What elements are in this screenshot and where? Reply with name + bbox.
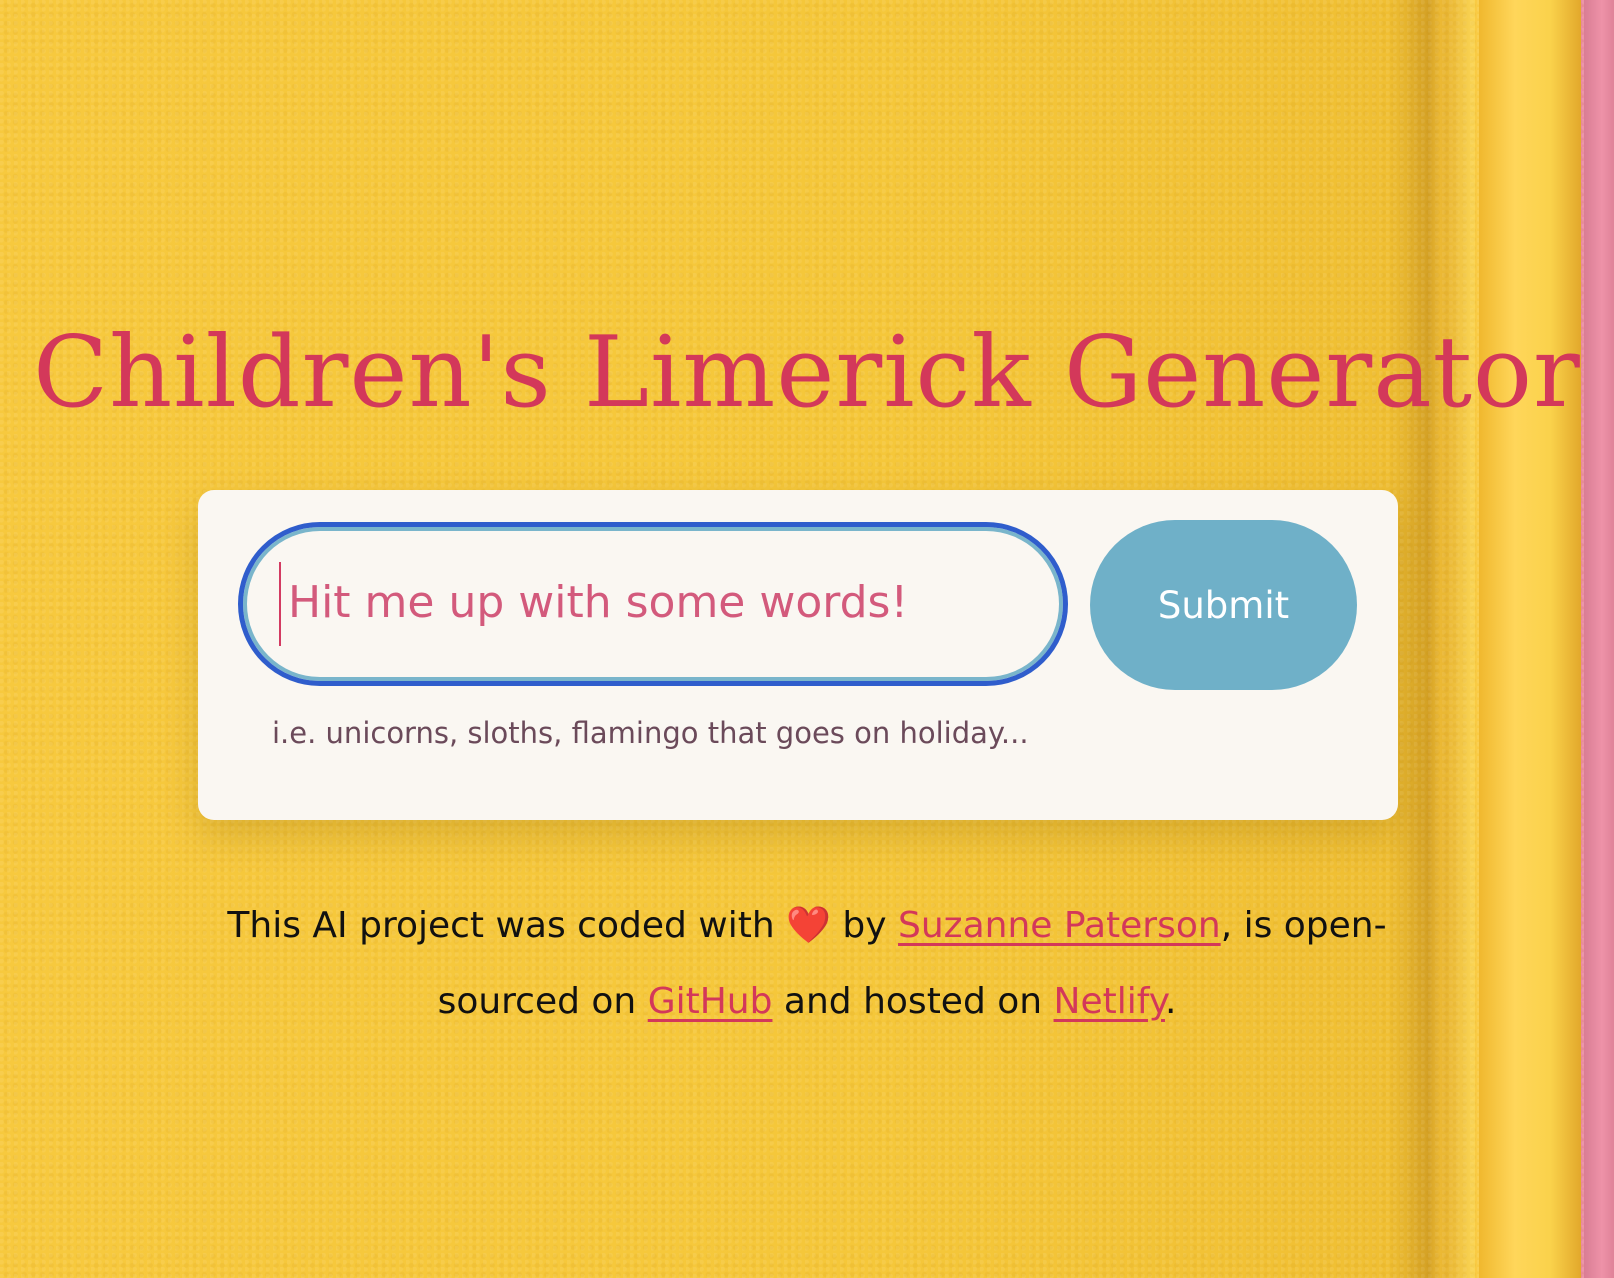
yellow-pipe [1479, 0, 1581, 1278]
netlify-link[interactable]: Netlify [1054, 981, 1165, 1022]
footer-hosted-text: and hosted on [783, 981, 1043, 1022]
heart-icon: ❤️ [786, 905, 831, 946]
input-hint: i.e. unicorns, sloths, flamingo that goe… [272, 716, 1029, 750]
wall-shadow [1405, 0, 1475, 1278]
text-caret [279, 562, 281, 646]
footer-prefix: This AI project was coded with [227, 905, 775, 946]
github-link[interactable]: GitHub [648, 981, 773, 1022]
words-input[interactable] [288, 552, 1048, 652]
author-link[interactable]: Suzanne Paterson [898, 905, 1221, 946]
limerick-form-card: Submit i.e. unicorns, sloths, flamingo t… [198, 490, 1398, 820]
submit-button[interactable]: Submit [1090, 520, 1357, 690]
credits-footer: This AI project was coded with ❤️ by Suz… [160, 888, 1454, 1040]
pink-wall-strip [1584, 0, 1614, 1278]
page-title: Children's Limerick Generator [33, 315, 1581, 430]
footer-by-text: by [842, 905, 887, 946]
footer-suffix: . [1164, 981, 1177, 1022]
